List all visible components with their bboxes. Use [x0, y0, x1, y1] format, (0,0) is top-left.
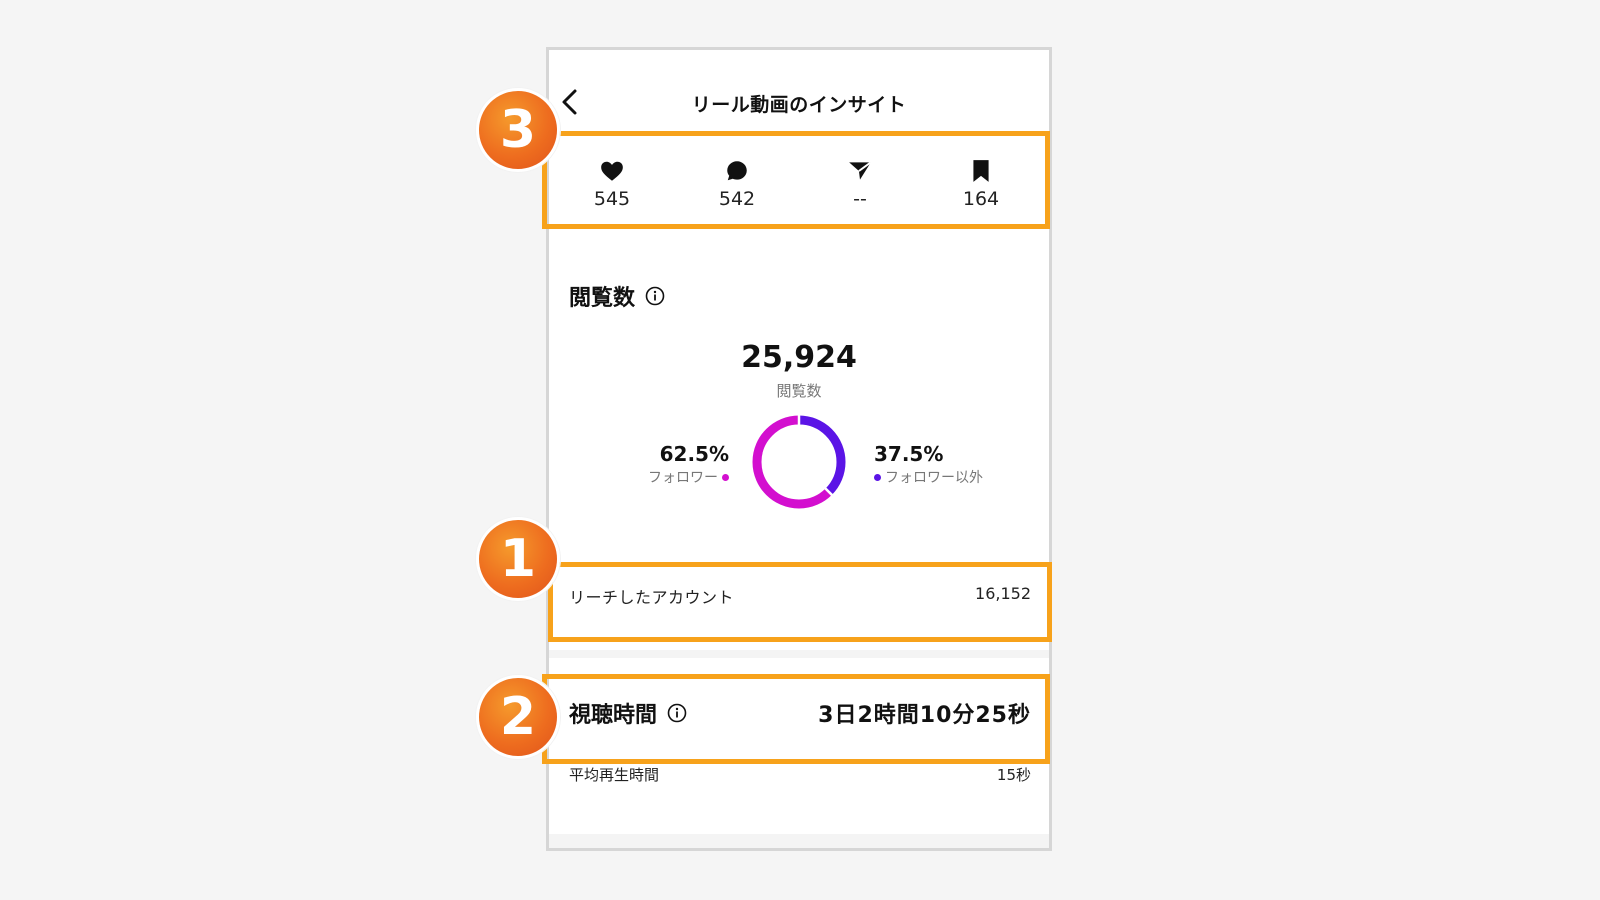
- avg-watch-row: 平均再生時間 15秒: [549, 760, 1049, 790]
- watch-time-title: 視聴時間: [569, 697, 687, 729]
- phone-screen: リール動画のインサイト 545 542 -- 164 閲覧数 25,924 閲覧…: [546, 47, 1052, 851]
- info-icon[interactable]: [645, 286, 665, 306]
- bottom-divider: [549, 834, 1049, 848]
- comment-icon: [727, 161, 747, 181]
- followers-arc: [752, 415, 846, 509]
- views-title-text: 閲覧数: [569, 286, 636, 311]
- header: リール動画のインサイト: [549, 78, 1049, 126]
- shares-count: --: [853, 188, 867, 210]
- followers-legend: フォロワー: [648, 467, 729, 487]
- non-followers-dot: [874, 473, 881, 481]
- page-title: リール動画のインサイト: [691, 94, 907, 116]
- views-section-title: 閲覧数: [569, 280, 665, 312]
- callout-badge-3: 3: [476, 88, 560, 172]
- watch-time-row: 視聴時間 3日2時間10分25秒: [549, 675, 1049, 755]
- shares-stat[interactable]: --: [800, 148, 920, 228]
- avg-watch-value: 15秒: [996, 766, 1031, 784]
- callout-badge-2: 2: [476, 675, 560, 759]
- likes-stat[interactable]: 545: [552, 148, 672, 228]
- total-views-value: 25,924: [741, 340, 857, 375]
- non-followers-legend: フォロワー以外: [874, 467, 983, 487]
- followers-share: 62.5% フォロワー: [648, 442, 729, 487]
- non-followers-share: 37.5% フォロワー以外: [874, 442, 983, 487]
- engagement-row: 545 542 -- 164: [549, 148, 1049, 228]
- comments-stat[interactable]: 542: [677, 148, 797, 228]
- non-followers-label: フォロワー以外: [885, 470, 983, 486]
- reach-row[interactable]: リーチしたアカウント 16,152: [549, 560, 1049, 628]
- info-icon[interactable]: [667, 703, 687, 723]
- non-followers-pct: 37.5%: [874, 442, 944, 466]
- reach-label: リーチしたアカウント: [569, 588, 735, 607]
- callout-badge-1: 1: [476, 517, 560, 601]
- send-icon: [849, 161, 872, 180]
- saves-stat[interactable]: 164: [921, 148, 1041, 228]
- followers-label: フォロワー: [648, 470, 718, 486]
- heart-icon: [601, 161, 623, 181]
- section-divider: [549, 650, 1049, 658]
- followers-pct: 62.5%: [659, 442, 729, 466]
- likes-count: 545: [593, 188, 631, 210]
- saves-count: 164: [962, 188, 1000, 210]
- watch-time-value: 3日2時間10分25秒: [818, 703, 1031, 728]
- followers-dot: [722, 473, 729, 481]
- avg-watch-label: 平均再生時間: [569, 766, 660, 784]
- bookmark-icon: [973, 160, 989, 182]
- total-views-label: 閲覧数: [776, 382, 822, 400]
- comments-count: 542: [718, 188, 756, 210]
- reach-value: 16,152: [975, 584, 1031, 603]
- views-donut-chart: [752, 414, 846, 509]
- watch-time-title-text: 視聴時間: [569, 703, 658, 728]
